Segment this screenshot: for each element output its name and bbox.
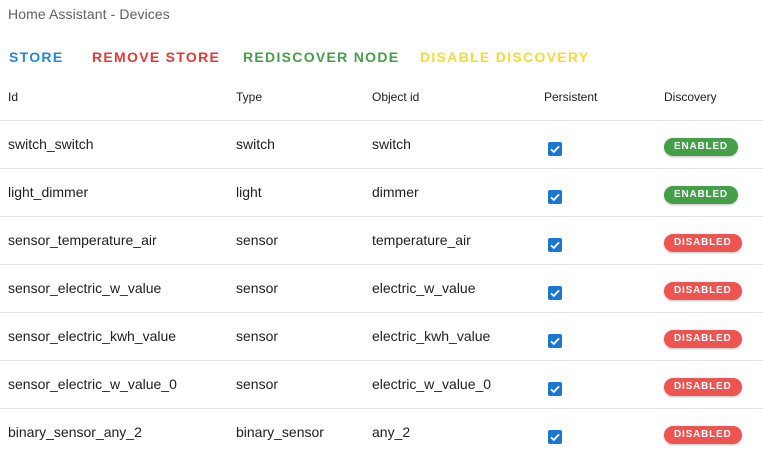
cell-type: sensor [228,264,364,313]
cell-discovery: DISABLED [656,264,763,313]
persistent-checkbox[interactable] [548,141,562,156]
table-row[interactable]: sensor_electric_kwh_value sensor electric_… [0,312,763,361]
cell-persistent [536,120,656,169]
cell-object-id: any_2 [364,408,536,452]
persistent-checkbox[interactable] [548,189,562,204]
checkmark-icon [550,337,560,345]
cell-type: light [228,168,364,217]
page-title: Home Assistant - Devices [8,6,170,22]
persistent-checkbox[interactable] [548,429,562,444]
cell-discovery: DISABLED [656,360,763,409]
cell-object-id: temperature_air [364,216,536,265]
toolbar: STORE REMOVE STORE REDISCOVER NODE DISAB… [0,46,763,68]
table-row[interactable]: light_dimmer light dimmer ENABLED [0,168,763,217]
rediscover-node-button[interactable]: REDISCOVER NODE [243,46,399,68]
cell-discovery: DISABLED [656,216,763,265]
cell-type: sensor [228,216,364,265]
checkmark-icon [550,385,560,393]
table-row[interactable]: sensor_electric_w_value_0 sensor electric_… [0,360,763,409]
cell-id: sensor_electric_kwh_value [0,312,228,361]
cell-type: switch [228,120,364,169]
cell-type: sensor [228,312,364,361]
column-header-object-id[interactable]: Object id [364,74,536,121]
cell-discovery: ENABLED [656,168,763,217]
checkmark-icon [550,241,560,249]
discovery-enabled-badge[interactable]: ENABLED [664,186,738,204]
cell-id: binary_sensor_any_2 [0,408,228,452]
cell-discovery: DISABLED [656,408,763,452]
cell-id: switch_switch [0,120,228,169]
table-row[interactable]: sensor_temperature_air sensor temperature_… [0,216,763,265]
cell-id: sensor_electric_w_value [0,264,228,313]
cell-persistent [536,408,656,452]
table-header: Id Type Object id Persistent Discovery [0,74,763,121]
persistent-checkbox[interactable] [548,333,562,348]
cell-object-id: electric_w_value_0 [364,360,536,409]
persistent-checkbox[interactable] [548,381,562,396]
persistent-checkbox[interactable] [548,285,562,300]
cell-id: light_dimmer [0,168,228,217]
disable-discovery-button[interactable]: DISABLE DISCOVERY [420,46,589,68]
devices-page: Home Assistant - Devices STORE REMOVE ST… [0,0,763,452]
cell-type: sensor [228,360,364,409]
cell-persistent [536,360,656,409]
discovery-disabled-badge[interactable]: DISABLED [664,330,742,348]
cell-persistent [536,168,656,217]
cell-persistent [536,216,656,265]
table-row[interactable]: binary_sensor_any_2 binary_sensor any_2 DIS… [0,408,763,452]
remove-store-button[interactable]: REMOVE STORE [92,46,220,68]
cell-persistent [536,264,656,313]
cell-type: binary_sensor [228,408,364,452]
discovery-disabled-badge[interactable]: DISABLED [664,378,742,396]
table-row[interactable]: sensor_electric_w_value sensor electric_w_… [0,264,763,313]
cell-persistent [536,312,656,361]
cell-discovery: ENABLED [656,120,763,169]
discovery-enabled-badge[interactable]: ENABLED [664,138,738,156]
checkmark-icon [550,193,560,201]
column-header-id[interactable]: Id [0,74,228,121]
cell-discovery: DISABLED [656,312,763,361]
checkmark-icon [550,145,560,153]
discovery-disabled-badge[interactable]: DISABLED [664,234,742,252]
cell-object-id: dimmer [364,168,536,217]
store-button[interactable]: STORE [9,46,63,68]
checkmark-icon [550,433,560,441]
column-header-persistent[interactable]: Persistent [536,74,656,121]
discovery-disabled-badge[interactable]: DISABLED [664,282,742,300]
checkmark-icon [550,289,560,297]
cell-object-id: electric_w_value [364,264,536,313]
table-row[interactable]: switch_switch switch switch ENABLED [0,120,763,169]
discovery-disabled-badge[interactable]: DISABLED [664,426,742,444]
devices-table: Id Type Object id Persistent Discovery s… [0,74,763,452]
cell-id: sensor_electric_w_value_0 [0,360,228,409]
cell-id: sensor_temperature_air [0,216,228,265]
persistent-checkbox[interactable] [548,237,562,252]
cell-object-id: switch [364,120,536,169]
cell-object-id: electric_kwh_value [364,312,536,361]
column-header-discovery[interactable]: Discovery [656,74,763,121]
column-header-type[interactable]: Type [228,74,364,121]
table-body: switch_switch switch switch ENABLED light_di… [0,120,763,452]
